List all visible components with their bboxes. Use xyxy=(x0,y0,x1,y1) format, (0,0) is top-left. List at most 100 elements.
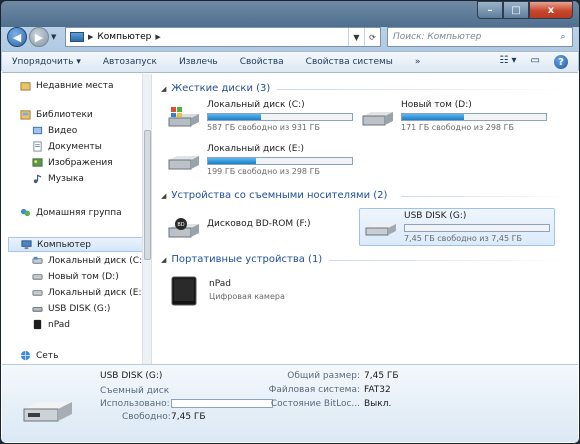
details-pane: USB DISK (G:) Съемный диск Использовано:… xyxy=(2,364,578,442)
hard-drive-icon xyxy=(362,112,393,126)
video-icon xyxy=(32,126,43,135)
music-icon xyxy=(33,174,42,184)
details-free-label: Свободно: xyxy=(122,412,171,422)
drive-c[interactable]: Локальный диск (C:) 587 ГБ свободно из 9… xyxy=(167,100,353,132)
usage-bar xyxy=(404,224,550,232)
documents-icon xyxy=(33,141,42,152)
drive-icon xyxy=(32,256,43,264)
nav-item-documents[interactable]: Документы xyxy=(32,141,102,152)
explorer-window: – □ x ◀ ▶ ▼ ▶ Компьютер ▶ ▼ ⟳ Поиск: Ком… xyxy=(0,0,580,444)
details-total-value: 7,45 ГБ xyxy=(364,371,399,381)
group-divider xyxy=(277,89,570,90)
nav-item-drive-c[interactable]: Локальный диск (C:) xyxy=(32,255,146,266)
network-icon xyxy=(20,350,31,361)
system-properties-button[interactable]: Свойства системы xyxy=(306,57,393,67)
details-free-value: 7,45 ГБ xyxy=(171,412,206,422)
nav-item-libraries[interactable]: Библиотеки xyxy=(20,109,93,120)
drive-bd-rom[interactable]: BD Дисковод BD-ROM (F:) xyxy=(167,212,311,240)
view-options-icon[interactable]: ☷ ▾ xyxy=(499,55,516,69)
breadcrumb-computer[interactable]: Компьютер xyxy=(97,32,151,42)
collapse-icon[interactable]: ◢ xyxy=(161,85,166,93)
nav-item-computer[interactable]: Компьютер xyxy=(8,237,144,252)
details-bitlocker-label: Состояние BitLoc... xyxy=(270,399,360,409)
nav-item-recent-places[interactable]: Недавние места xyxy=(20,80,114,91)
breadcrumb-arrow-icon[interactable]: ▶ xyxy=(88,33,93,41)
search-input[interactable]: Поиск: Компьютер ⌕ xyxy=(387,27,573,47)
drive-free-space: 171 ГБ свободно из 298 ГБ xyxy=(401,123,514,132)
device-icon xyxy=(33,319,42,330)
nav-item-pictures[interactable]: Изображения xyxy=(32,157,113,168)
drive-name: Локальный диск (E:) xyxy=(207,144,305,154)
nav-item-homegroup[interactable]: Домашняя группа xyxy=(20,207,122,218)
group-header-portable[interactable]: ◢ Портативные устройства (1) xyxy=(161,254,322,265)
details-fs-label: Файловая система: xyxy=(268,385,360,395)
back-button[interactable]: ◀ xyxy=(7,27,27,47)
nav-item-music[interactable]: Музыка xyxy=(32,173,84,184)
forward-button[interactable]: ▶ xyxy=(29,27,49,47)
drive-icon xyxy=(32,274,43,280)
minimize-button[interactable]: – xyxy=(477,1,503,19)
details-type: Съемный диск xyxy=(100,386,170,396)
scrollbar-thumb[interactable] xyxy=(144,130,151,260)
address-bar[interactable]: ▶ Компьютер ▶ ▼ ⟳ xyxy=(65,27,381,47)
nav-item-drive-e[interactable]: Локальный диск (E:) xyxy=(32,287,145,298)
group-divider xyxy=(329,260,570,261)
nav-item-npad[interactable]: nPad xyxy=(32,319,70,330)
search-icon[interactable]: ⌕ xyxy=(554,32,572,42)
close-button[interactable]: x xyxy=(529,1,573,19)
details-fs-value: FAT32 xyxy=(364,385,391,395)
address-row: ◀ ▶ ▼ ▶ Компьютер ▶ ▼ ⟳ Поиск: Компьютер… xyxy=(7,25,573,49)
breadcrumb-arrow-icon[interactable]: ▶ xyxy=(155,33,160,41)
window-controls: – □ x xyxy=(477,1,573,19)
drive-name: Дисковод BD-ROM (F:) xyxy=(207,219,311,229)
recent-places-icon xyxy=(20,82,31,91)
drive-free-space: 199 ГБ свободно из 298 ГБ xyxy=(207,167,320,176)
more-commands-button[interactable]: » xyxy=(415,57,421,67)
usb-drive-icon xyxy=(32,307,43,312)
properties-button[interactable]: Свойства xyxy=(240,57,284,67)
device-npad[interactable]: nPad Цифровая камера xyxy=(171,276,285,306)
usage-bar xyxy=(401,113,547,121)
drive-name: Новый том (D:) xyxy=(401,100,472,110)
device-icon xyxy=(171,276,197,306)
collapse-icon[interactable]: ◢ xyxy=(161,192,166,200)
refresh-icon[interactable]: ⟳ xyxy=(364,28,380,46)
maximize-button[interactable]: □ xyxy=(503,1,529,19)
drive-e[interactable]: Локальный диск (E:) 199 ГБ свободно из 2… xyxy=(167,144,353,176)
details-title: USB DISK (G:) xyxy=(100,371,163,381)
help-icon[interactable]: ? xyxy=(554,55,568,69)
drive-d[interactable]: Новый том (D:) 171 ГБ свободно из 298 ГБ xyxy=(361,100,547,132)
bd-rom-drive-icon: BD xyxy=(168,218,199,238)
history-dropdown-icon[interactable]: ▼ xyxy=(51,33,61,41)
usb-drive-icon xyxy=(23,402,72,422)
nav-item-video[interactable]: Видео xyxy=(32,125,77,136)
computer-icon xyxy=(70,32,84,42)
navigation-pane: Недавние места Библиотеки Видео Документ… xyxy=(2,74,152,364)
details-total-label: Общий размер: xyxy=(287,371,360,381)
drive-icon xyxy=(32,290,43,296)
organize-button[interactable]: Упорядочить ▾ xyxy=(12,57,81,67)
autoplay-button[interactable]: Автозапуск xyxy=(103,57,157,67)
drive-usb-g[interactable]: USB DISK (G:) 7,45 ГБ свободно из 7,45 Г… xyxy=(359,208,555,246)
group-divider xyxy=(401,196,570,197)
libraries-icon xyxy=(20,110,31,120)
svg-text:BD: BD xyxy=(177,222,184,228)
eject-button[interactable]: Извлечь xyxy=(179,57,218,67)
homegroup-icon xyxy=(20,208,31,217)
usage-bar xyxy=(207,113,353,121)
details-used-label: Использовано: xyxy=(100,399,170,409)
drive-name: Локальный диск (C:) xyxy=(207,100,305,110)
nav-item-network[interactable]: Сеть xyxy=(20,350,58,361)
computer-icon xyxy=(21,240,32,250)
drive-free-space: 587 ГБ свободно из 931 ГБ xyxy=(207,123,320,132)
group-header-removable[interactable]: ◢ Устройства со съемными носителями (2) xyxy=(161,190,387,201)
address-dropdown-icon[interactable]: ▼ xyxy=(348,28,364,46)
nav-item-usb-disk[interactable]: USB DISK (G:) xyxy=(32,303,110,314)
group-header-hard-disks[interactable]: ◢ Жесткие диски (3) xyxy=(161,83,270,94)
usb-drive-icon xyxy=(365,224,396,236)
collapse-icon[interactable]: ◢ xyxy=(161,256,166,264)
nav-scrollbar[interactable] xyxy=(142,74,151,364)
preview-pane-icon[interactable]: ▭ xyxy=(531,55,540,69)
drive-name: nPad xyxy=(209,279,231,289)
nav-item-drive-d[interactable]: Новый том (D:) xyxy=(32,271,119,282)
